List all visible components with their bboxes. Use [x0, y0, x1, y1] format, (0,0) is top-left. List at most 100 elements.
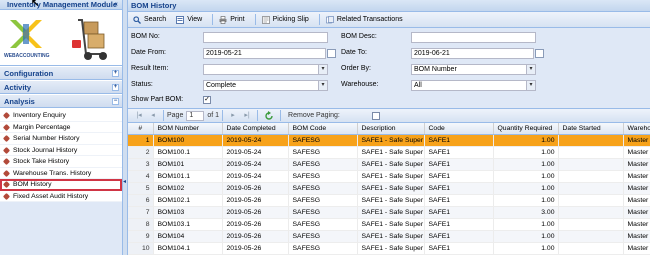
- table-row[interactable]: 5 BOM102 2019-05-26 SAFESG SAFE1 - Safe …: [128, 182, 650, 195]
- nav-item-inventory-enquiry[interactable]: Inventory Enquiry: [0, 110, 122, 122]
- date-to-field[interactable]: 2019-06-21: [411, 48, 544, 59]
- cell-bom-code: SAFESG: [288, 206, 358, 219]
- result-item-select[interactable]: ▾: [203, 64, 328, 75]
- table-row[interactable]: 7 BOM103 2019-05-26 SAFESG SAFE1 - Safe …: [128, 206, 650, 219]
- expand-toggle-icon[interactable]: +: [112, 70, 119, 77]
- column-header-description[interactable]: Description: [357, 123, 425, 135]
- dropdown-arrow-icon[interactable]: ▾: [318, 81, 327, 90]
- table-row[interactable]: 3 BOM101 2019-05-24 SAFESG SAFE1 - Safe …: [128, 158, 650, 171]
- cell-bom-code: SAFESG: [288, 170, 358, 183]
- date-to-value: 2019-06-21: [414, 50, 450, 57]
- date-from-field[interactable]: 2019-05-21: [203, 48, 336, 59]
- printer-icon: [219, 15, 227, 24]
- cell-date-started: [558, 158, 624, 171]
- first-page-icon[interactable]: |◂: [135, 112, 143, 120]
- hand-truck-icon: [72, 19, 107, 60]
- collapse-panel-button[interactable]: «: [112, 1, 120, 9]
- cell-warehouse: Master: [623, 194, 650, 207]
- warehouse-select[interactable]: All ▾: [411, 80, 536, 91]
- cell-warehouse: Master: [623, 218, 650, 231]
- calendar-icon[interactable]: [535, 49, 544, 58]
- toolbar: Search View Print Picking Slip Related T…: [128, 12, 650, 28]
- cell-description: SAFE1 - Safe Super Gr: [357, 170, 425, 183]
- refresh-icon[interactable]: [264, 110, 274, 121]
- row-number: 7: [128, 206, 154, 219]
- related-transactions-button[interactable]: Related Transactions: [323, 13, 406, 26]
- column-header-code[interactable]: Code: [424, 123, 494, 135]
- cell-date-completed: 2019-05-26: [222, 206, 289, 219]
- print-label: Print: [230, 16, 245, 23]
- column-header-date-started[interactable]: Date Started: [558, 123, 624, 135]
- section-analysis[interactable]: Analysis −: [0, 94, 122, 108]
- column-header-warehouse[interactable]: Wareho: [623, 123, 650, 135]
- show-part-bom-checkbox[interactable]: ✓: [203, 96, 211, 104]
- table-row[interactable]: 6 BOM102.1 2019-05-26 SAFESG SAFE1 - Saf…: [128, 194, 650, 207]
- cell-code: SAFE1: [424, 170, 494, 183]
- cell-bom-number: BOM101: [153, 158, 223, 171]
- cell-date-completed: 2019-05-24: [222, 158, 289, 171]
- page-number-input[interactable]: 1: [186, 110, 205, 121]
- order-by-select[interactable]: BOM Number ▾: [411, 64, 536, 75]
- main-panel: BOM History Search View Print Picking Sl…: [128, 0, 650, 255]
- dropdown-arrow-icon[interactable]: ▾: [526, 65, 535, 74]
- nav-item-bom-history[interactable]: BOM History: [0, 179, 122, 191]
- cell-warehouse: Master: [623, 158, 650, 171]
- table-row[interactable]: 2 BOM100.1 2019-05-24 SAFESG SAFE1 - Saf…: [128, 146, 650, 159]
- result-item-label: Result Item:: [131, 65, 169, 72]
- logo-text: WEBACCOUNTING: [4, 53, 50, 59]
- cell-code: SAFE1: [424, 194, 494, 207]
- cell-description: SAFE1 - Safe Super Gr: [357, 218, 425, 231]
- calendar-icon[interactable]: [327, 49, 336, 58]
- bom-no-field[interactable]: [203, 32, 328, 43]
- column-header-bom-number[interactable]: BOM Number: [153, 123, 223, 135]
- section-configuration[interactable]: Configuration +: [0, 66, 122, 80]
- table-row[interactable]: 1 BOM100 2019-05-24 SAFESG SAFE1 - Safe …: [128, 134, 650, 147]
- column-header-bom-code[interactable]: BOM Code: [288, 123, 358, 135]
- column-header-quantity-required[interactable]: Quantity Required: [493, 123, 559, 135]
- cell-date-completed: 2019-05-26: [222, 182, 289, 195]
- next-page-icon[interactable]: ▸: [229, 112, 237, 120]
- dropdown-arrow-icon[interactable]: ▾: [318, 65, 327, 74]
- dropdown-arrow-icon[interactable]: ▾: [526, 81, 535, 90]
- table-row[interactable]: 9 BOM104 2019-05-26 SAFESG SAFE1 - Safe …: [128, 230, 650, 243]
- table-row[interactable]: 10 BOM104.1 2019-05-26 SAFESG SAFE1 - Sa…: [128, 242, 650, 255]
- nav-item-warehouse-trans-history[interactable]: Warehouse Trans. History: [0, 168, 122, 179]
- cell-description: SAFE1 - Safe Super Gr: [357, 194, 425, 207]
- expand-toggle-icon[interactable]: +: [112, 84, 119, 91]
- remove-paging-checkbox[interactable]: [371, 111, 380, 120]
- cell-code: SAFE1: [424, 134, 494, 147]
- cell-bom-code: SAFESG: [288, 218, 358, 231]
- section-label: Configuration: [4, 69, 54, 78]
- cell-bom-code: SAFESG: [288, 230, 358, 243]
- status-select[interactable]: Complete ▾: [203, 80, 328, 91]
- nav-item-margin-percentage[interactable]: Margin Percentage: [0, 122, 122, 133]
- bom-desc-field[interactable]: [411, 32, 536, 43]
- cell-quantity: 1.00: [493, 134, 559, 147]
- webaccounting-logo: [10, 20, 42, 48]
- collapse-arrow-icon[interactable]: ◂: [123, 178, 126, 185]
- last-page-icon[interactable]: ▸|: [243, 112, 251, 120]
- column-header-date-completed[interactable]: Date Completed: [222, 123, 289, 135]
- view-button[interactable]: View: [173, 13, 205, 26]
- search-button[interactable]: Search: [130, 13, 169, 26]
- table-row[interactable]: 8 BOM103.1 2019-05-26 SAFESG SAFE1 - Saf…: [128, 218, 650, 231]
- nav-item-serial-number-history[interactable]: Serial Number History: [0, 133, 122, 145]
- nav-item-stock-take-history[interactable]: Stock Take History: [0, 156, 122, 168]
- cell-quantity: 1.00: [493, 218, 559, 231]
- collapse-toggle-icon[interactable]: −: [112, 98, 119, 105]
- picking-slip-button[interactable]: Picking Slip: [259, 13, 312, 26]
- cell-code: SAFE1: [424, 146, 494, 159]
- nav-item-fixed-asset-audit-history[interactable]: Fixed Asset Audit History: [0, 191, 122, 202]
- order-by-label: Order By:: [341, 65, 371, 72]
- nav-item-stock-journal-history[interactable]: Stock Journal History: [0, 145, 122, 156]
- section-activity[interactable]: Activity +: [0, 80, 122, 94]
- cell-warehouse: Master: [623, 206, 650, 219]
- table-row[interactable]: 4 BOM101.1 2019-05-24 SAFESG SAFE1 - Saf…: [128, 170, 650, 183]
- logo-area: WEBACCOUNTING: [0, 10, 122, 66]
- related-transactions-icon: [326, 15, 334, 23]
- cell-bom-code: SAFESG: [288, 182, 358, 195]
- bom-desc-label: BOM Desc:: [341, 33, 377, 40]
- prev-page-icon[interactable]: ◂: [149, 112, 157, 120]
- print-button[interactable]: Print: [216, 13, 247, 26]
- column-header-number[interactable]: #: [128, 123, 154, 135]
